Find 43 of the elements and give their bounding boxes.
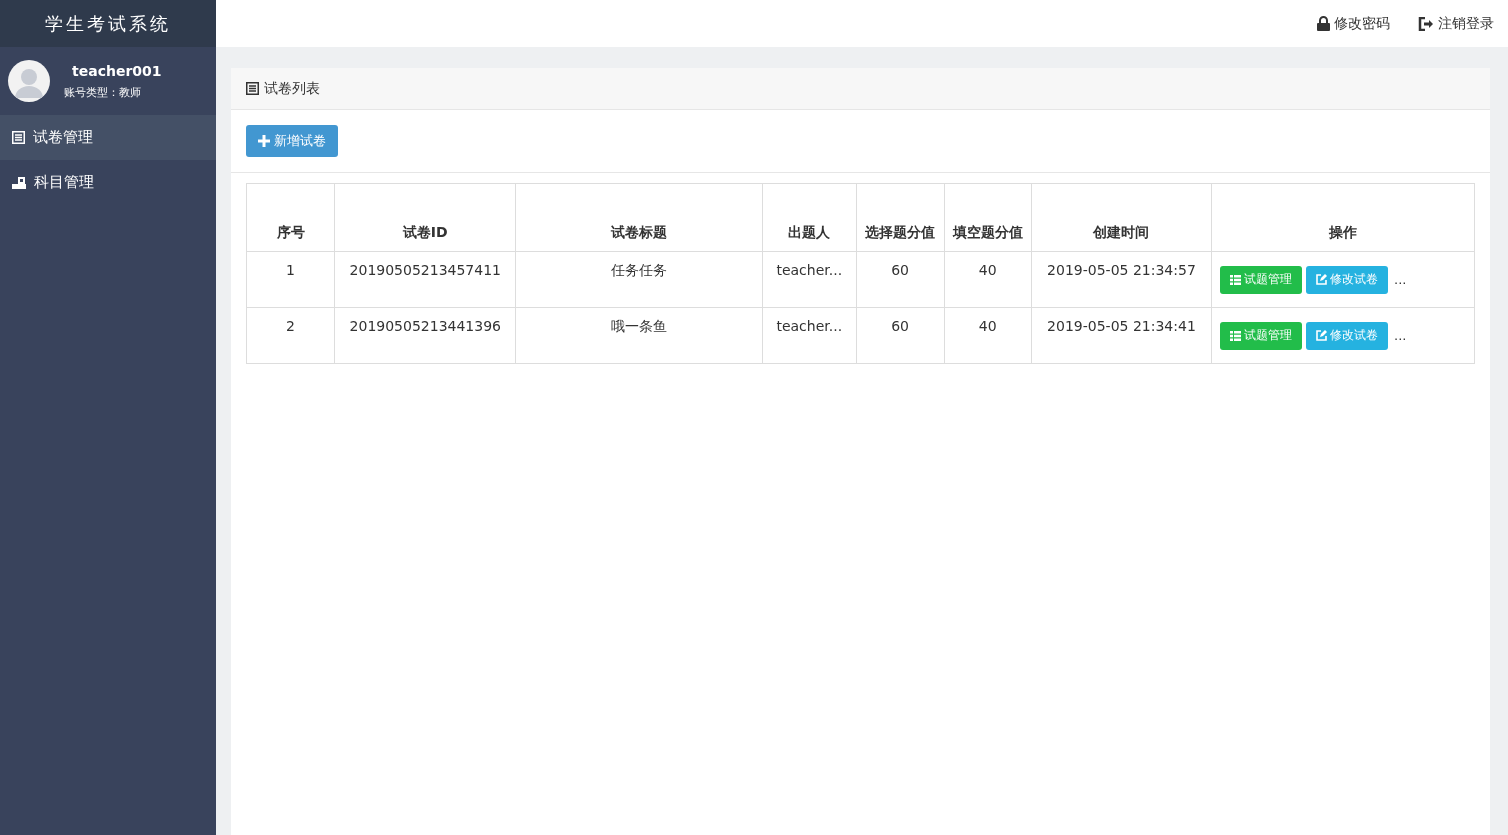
list-icon xyxy=(1230,274,1242,285)
edit-icon xyxy=(1316,274,1328,285)
edit-icon xyxy=(1316,330,1328,341)
top-link[interactable]: 注销登录 xyxy=(1418,14,1494,33)
table-cell: 20190505213457411 xyxy=(334,251,516,308)
table-cell: teacher... xyxy=(762,251,857,308)
list-icon xyxy=(246,82,259,95)
lock-icon xyxy=(1317,16,1330,31)
column-header: 操作 xyxy=(1211,183,1475,252)
plus-icon xyxy=(258,135,270,147)
column-header: 填空题分值 xyxy=(944,183,1032,252)
user-name: teacher001 xyxy=(72,62,162,79)
column-header: 创建时间 xyxy=(1031,183,1212,252)
logout-icon xyxy=(1418,16,1434,31)
sidebar-item[interactable]: 科目管理 xyxy=(0,160,216,205)
top-link[interactable]: 修改密码 xyxy=(1317,14,1390,33)
column-header: 出题人 xyxy=(762,183,857,252)
table-cell: 2 xyxy=(246,307,335,364)
sidebar-item[interactable]: 试卷管理 xyxy=(0,115,216,160)
list-icon xyxy=(1230,330,1242,341)
table-cell: 2019-05-05 21:34:41 xyxy=(1031,307,1212,364)
list-icon xyxy=(12,131,25,144)
table-cell: 2019-05-05 21:34:57 xyxy=(1031,251,1212,308)
table-cell: 60 xyxy=(856,251,945,308)
panel-title: 试卷列表 xyxy=(264,79,320,98)
column-header: 试卷ID xyxy=(334,183,516,252)
table-cell: 40 xyxy=(944,251,1032,308)
column-header: 选择题分值 xyxy=(856,183,945,252)
table-cell: 任务任务 xyxy=(515,251,763,308)
more-link[interactable]: ... xyxy=(1394,272,1407,287)
table-cell: 1 xyxy=(246,251,335,308)
app-title: 学生考试系统 xyxy=(0,0,216,47)
more-link[interactable]: ... xyxy=(1394,328,1407,343)
column-header: 试卷标题 xyxy=(515,183,763,252)
avatar xyxy=(8,60,50,102)
table-cell: 哦一条鱼 xyxy=(515,307,763,364)
table-cell: 20190505213441396 xyxy=(334,307,516,364)
account-type: 账号类型：教师 xyxy=(64,84,142,100)
desk-icon xyxy=(12,175,26,190)
column-header: 序号 xyxy=(246,183,335,252)
table-cell: teacher... xyxy=(762,307,857,364)
table-cell: 60 xyxy=(856,307,945,364)
table-cell: 40 xyxy=(944,307,1032,364)
